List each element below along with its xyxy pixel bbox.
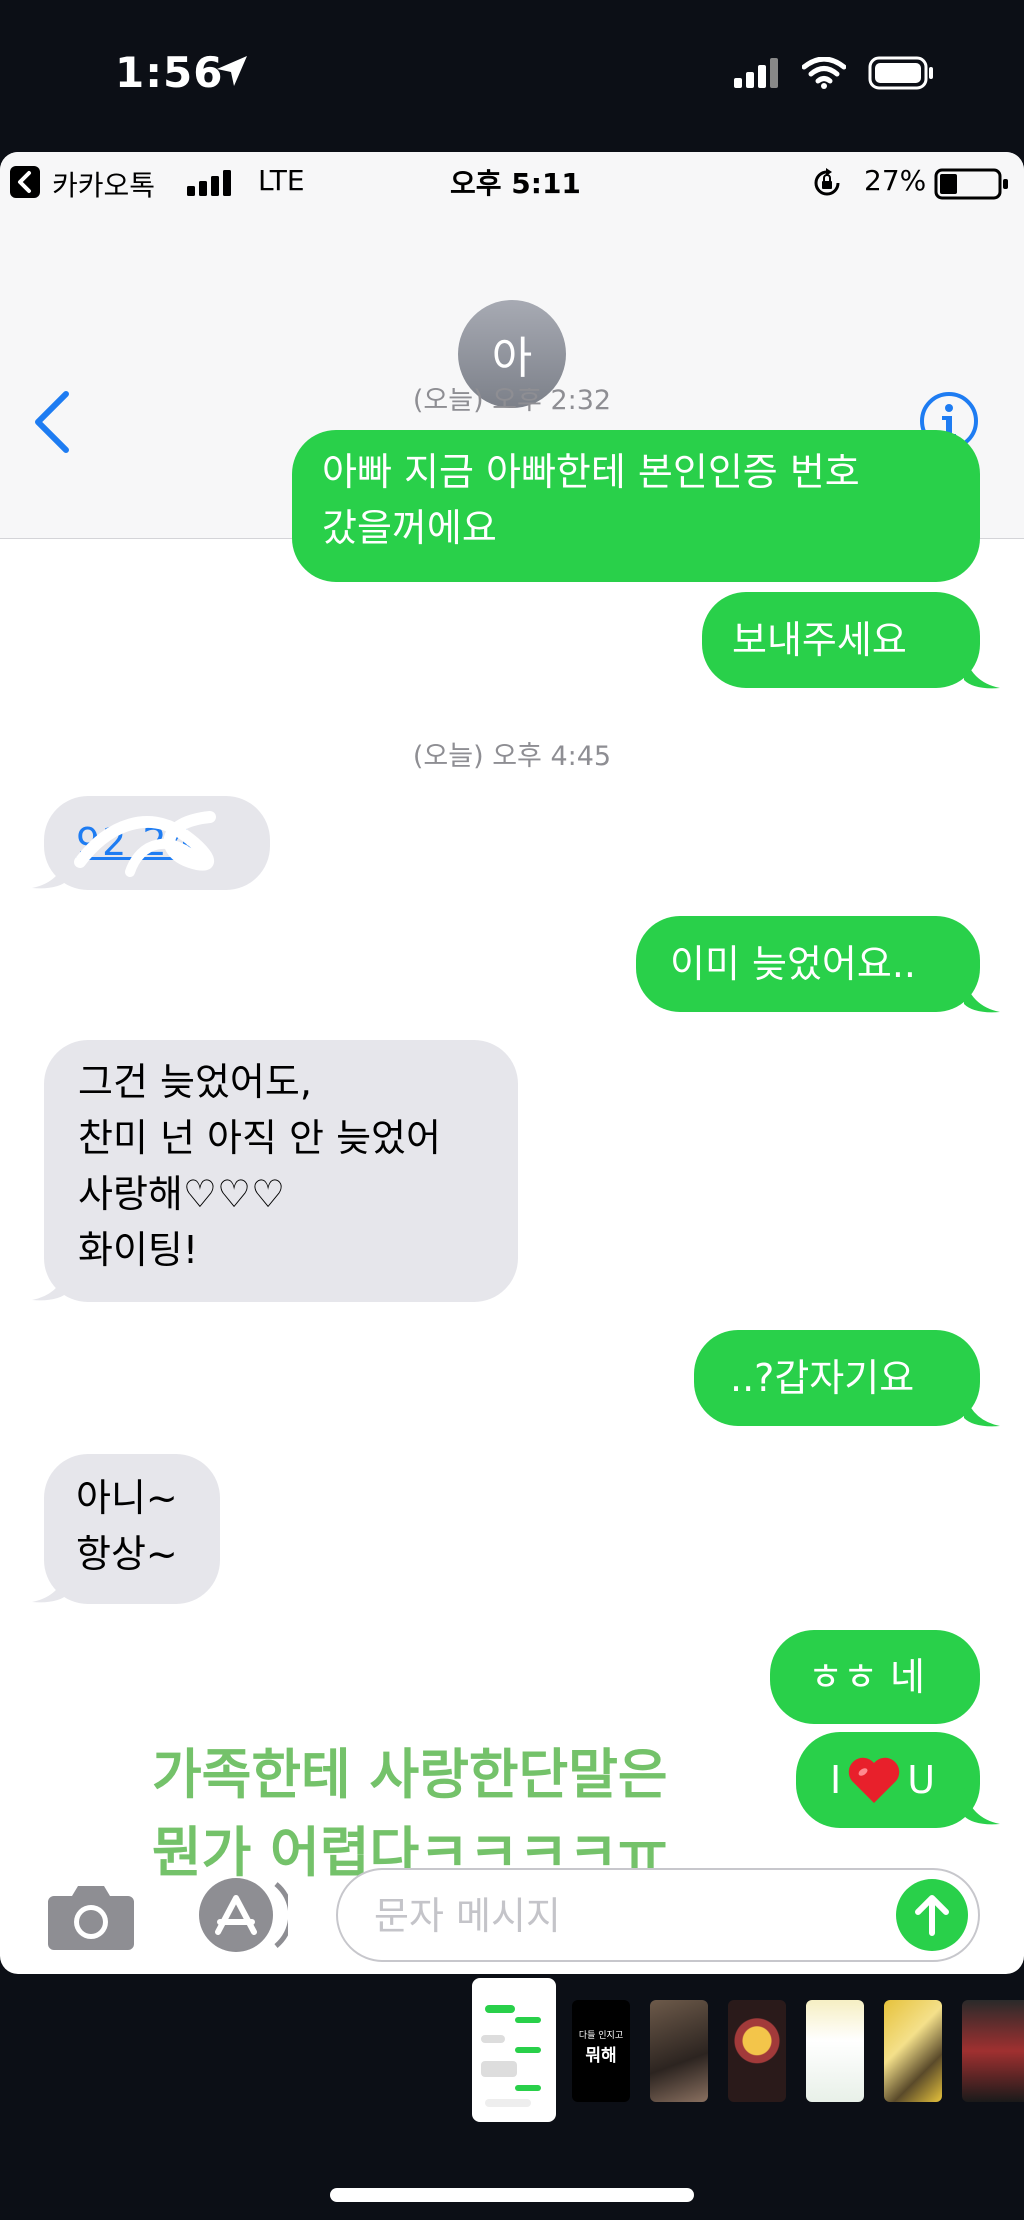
- bubble-tail: [32, 1264, 68, 1301]
- sent-message-text: ..?갑자기요: [730, 1356, 915, 1400]
- bubble-tail: [964, 652, 1000, 689]
- sent-message-line: 갔을꺼에요: [322, 506, 497, 550]
- sent-message-text: U: [907, 1758, 936, 1802]
- send-arrow-icon: [915, 1895, 949, 1936]
- thumbnail-text: 뭐해: [585, 2046, 617, 2066]
- outer-status-icons: [734, 56, 934, 90]
- sent-message[interactable]: I U: [796, 1732, 980, 1828]
- bubble-tail: [32, 1566, 68, 1603]
- scribble-overlay: [74, 811, 216, 877]
- thumbnail-text: 다들 인지고: [578, 2031, 624, 2041]
- messages-screenshot: 카카오톡 LTE 오후 5:11 27% 아 아빠: [0, 152, 1024, 1974]
- received-message-line: 찬미 넌 아직 안 늦었어: [78, 1116, 441, 1160]
- thumbnail[interactable]: [650, 2000, 708, 2102]
- inner-clock: 오후 5:11: [450, 167, 581, 200]
- home-indicator[interactable]: [330, 2188, 694, 2202]
- thumbnail[interactable]: [806, 2000, 864, 2102]
- app-store-icon[interactable]: [190, 1876, 288, 1954]
- network-type: LTE: [258, 164, 305, 197]
- orientation-lock-icon: [814, 168, 840, 196]
- red-heart-emoji-icon: [849, 1757, 900, 1803]
- bubble-tail: [32, 852, 68, 889]
- sent-message-text: 이미 늦었어요..: [670, 942, 916, 986]
- received-message-line: 아니~: [76, 1476, 178, 1520]
- inner-status-bar: 카카오톡 LTE 오후 5:11 27%: [0, 152, 1024, 212]
- thumbnail[interactable]: 다들 인지고 뭐해: [572, 2000, 630, 2102]
- sent-message[interactable]: 아빠 지금 아빠한테 본인인증 번호 갔을꺼에요: [292, 430, 980, 582]
- story-thumbnail-strip: 다들 인지고 뭐해: [0, 1978, 1024, 2122]
- battery-icon: [868, 56, 933, 90]
- inner-battery-icon: [934, 168, 1008, 200]
- thumbnail[interactable]: [962, 2000, 1024, 2102]
- received-message-line: 항상~: [76, 1532, 178, 1576]
- timestamp: (오늘) 오후 4:45: [412, 741, 612, 772]
- sent-message-text: ㅎㅎ 네: [808, 1655, 925, 1699]
- sent-message[interactable]: ..?갑자기요: [694, 1330, 980, 1426]
- cellular-signal-icon: [734, 58, 778, 88]
- received-message[interactable]: 아니~ 항상~: [44, 1454, 220, 1604]
- sent-message[interactable]: 보내주세요: [702, 592, 980, 688]
- sent-message[interactable]: 이미 늦었어요..: [636, 916, 980, 1012]
- back-to-app-icon[interactable]: [10, 166, 40, 198]
- caption-line: 가족한테 사랑한단말은: [152, 1743, 668, 1806]
- received-message[interactable]: 그건 늦었어도, 찬미 넌 아직 안 늦었어 사랑해♡♡♡ 화이팅!: [44, 1040, 518, 1302]
- battery-percent: 27%: [864, 164, 927, 197]
- message-input[interactable]: [336, 1868, 980, 1962]
- bubble-tail: [964, 976, 1000, 1013]
- received-message-line: 그건 늦었어도,: [78, 1060, 312, 1104]
- message-text-field[interactable]: [372, 1888, 896, 1944]
- received-message-line: 사랑해♡♡♡: [78, 1172, 286, 1216]
- received-message-line: 화이팅!: [78, 1228, 199, 1272]
- outer-clock: 1:56: [115, 48, 224, 97]
- avatar-initial: 아: [491, 333, 533, 384]
- thumbnail[interactable]: [884, 2000, 942, 2102]
- location-arrow-icon: [217, 56, 247, 86]
- sent-message-line: 아빠 지금 아빠한테 본인인증 번호: [322, 450, 860, 494]
- send-button[interactable]: [896, 1879, 968, 1951]
- thumbnail-selected[interactable]: [472, 1978, 556, 2122]
- bubble-tail: [964, 1390, 1000, 1427]
- inner-signal-icon: [187, 170, 231, 196]
- outer-status-bar: 1:56: [0, 0, 1024, 150]
- sent-message-text: I: [830, 1758, 842, 1802]
- sent-message[interactable]: ㅎㅎ 네: [770, 1630, 980, 1724]
- wifi-icon: [802, 57, 846, 89]
- thumbnail[interactable]: [728, 2000, 786, 2102]
- camera-icon[interactable]: [46, 1880, 136, 1952]
- bubble-tail: [964, 1788, 1000, 1825]
- carrier-label: 카카오톡: [52, 169, 156, 202]
- received-message[interactable]: 92 24: [44, 796, 270, 890]
- sent-message-text: 보내주세요: [732, 618, 907, 662]
